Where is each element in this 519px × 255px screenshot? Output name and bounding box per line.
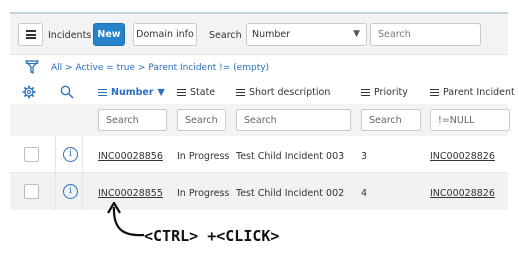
menu-button[interactable] bbox=[18, 23, 43, 46]
search-field-select[interactable]: Number ▼ bbox=[246, 23, 367, 46]
toolbar-search-input[interactable]: Search bbox=[370, 23, 481, 46]
incident-number-link[interactable]: INC00028856 bbox=[98, 151, 163, 162]
ctrl-click-annotation: <CTRL> +<CLICK> bbox=[144, 227, 280, 245]
dropdown-arrow-icon: ▼ bbox=[353, 29, 360, 39]
column-label: Number bbox=[111, 87, 154, 98]
parent-incident-link[interactable]: INC00028826 bbox=[430, 151, 495, 162]
domain-info-button[interactable]: Domain info bbox=[133, 23, 197, 46]
short-description-cell: Test Child Incident 003 bbox=[236, 151, 345, 162]
breadcrumb: All > Active = true > Parent Incident !=… bbox=[51, 63, 269, 73]
priority-search-input[interactable]: Search bbox=[361, 109, 421, 131]
column-label: Short description bbox=[249, 87, 331, 98]
gear-icon[interactable] bbox=[22, 85, 36, 99]
priority-cell: 4 bbox=[361, 188, 368, 199]
column-header-parent-incident[interactable]: Parent Incident bbox=[430, 87, 515, 98]
priority-cell: 3 bbox=[361, 151, 368, 162]
state-cell: In Progress bbox=[177, 188, 230, 199]
breadcrumb-all[interactable]: All bbox=[51, 63, 62, 73]
list-toolbar: Incidents New Domain info Search Number … bbox=[10, 14, 508, 55]
column-menu-icon bbox=[361, 87, 370, 98]
parent-incident-search-input[interactable]: !=NULL bbox=[430, 109, 510, 131]
column-menu-icon bbox=[177, 87, 186, 98]
arrow-icon bbox=[107, 201, 145, 237]
breadcrumb-active[interactable]: Active = true bbox=[75, 63, 135, 73]
row-checkbox[interactable] bbox=[24, 184, 39, 199]
column-label: State bbox=[190, 87, 216, 98]
state-cell: In Progress bbox=[177, 151, 230, 162]
sort-desc-icon: ▼ bbox=[157, 87, 165, 98]
column-label: Parent Incident bbox=[443, 87, 515, 98]
new-button[interactable]: New bbox=[93, 23, 125, 46]
column-header-short-description[interactable]: Short description bbox=[236, 87, 330, 98]
info-icon[interactable]: i bbox=[63, 184, 78, 199]
short-description-cell: Test Child Incident 002 bbox=[236, 188, 345, 199]
column-header-priority[interactable]: Priority bbox=[361, 87, 408, 98]
search-icon[interactable] bbox=[60, 85, 74, 99]
parent-incident-link[interactable]: INC00028826 bbox=[430, 188, 495, 199]
search-field-value: Number bbox=[252, 29, 291, 40]
search-label: Search bbox=[209, 30, 242, 41]
short-description-search-input[interactable]: Search bbox=[236, 109, 351, 131]
info-icon[interactable]: i bbox=[63, 147, 78, 162]
filter-icon[interactable] bbox=[25, 60, 39, 75]
column-label: Priority bbox=[374, 87, 408, 98]
row-checkbox[interactable] bbox=[24, 147, 39, 162]
column-header-number[interactable]: Number ▼ bbox=[98, 87, 165, 98]
column-header-state[interactable]: State bbox=[177, 87, 215, 98]
column-menu-icon bbox=[98, 87, 107, 98]
column-menu-icon bbox=[236, 87, 245, 98]
column-menu-icon bbox=[430, 87, 439, 98]
breadcrumb-parent-filter[interactable]: Parent Incident != (empty) bbox=[148, 63, 269, 73]
state-search-input[interactable]: Search bbox=[177, 109, 226, 131]
menu-icon bbox=[25, 29, 36, 41]
number-search-input[interactable]: Search bbox=[98, 109, 167, 131]
breadcrumb-separator: > bbox=[65, 63, 73, 73]
breadcrumb-separator: > bbox=[137, 63, 146, 73]
list-title: Incidents bbox=[48, 30, 92, 41]
